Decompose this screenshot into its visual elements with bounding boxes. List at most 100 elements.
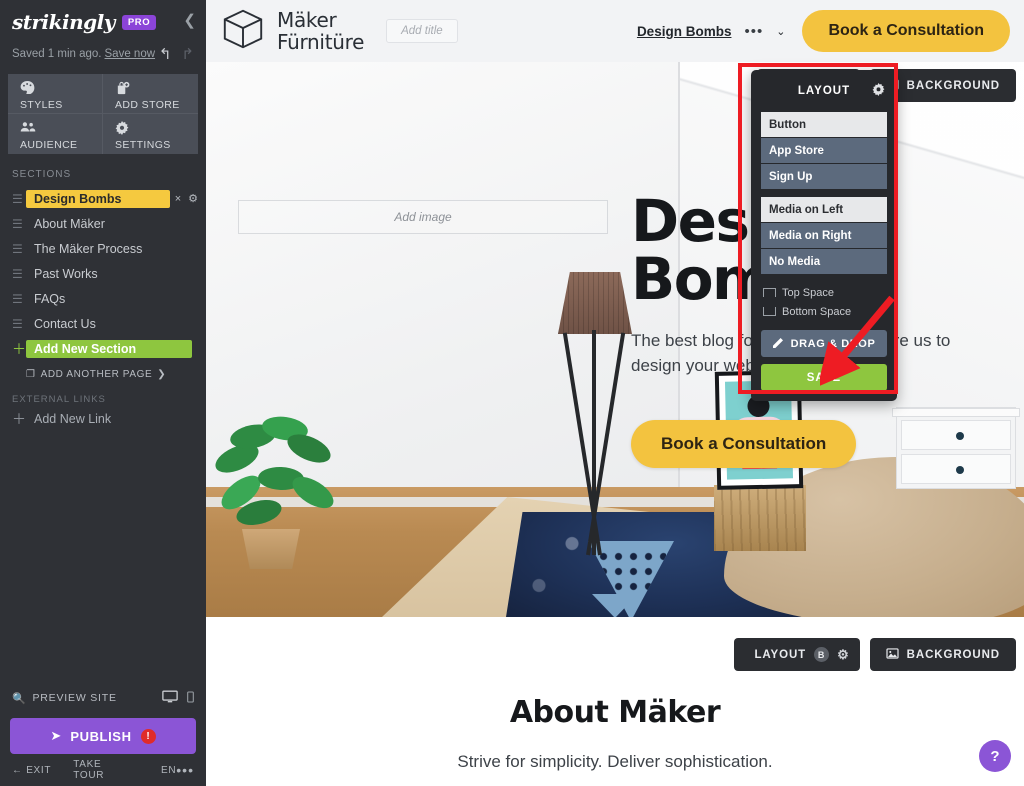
add-title-input[interactable]: Add title bbox=[386, 19, 458, 43]
add-image-placeholder[interactable]: Add image bbox=[238, 200, 608, 234]
layout-option-media-on-right[interactable]: Media on Right bbox=[761, 223, 887, 248]
plant-leaf bbox=[283, 428, 335, 469]
section-actions: × ⚙ bbox=[175, 192, 198, 206]
layout-option-sign-up[interactable]: Sign Up bbox=[761, 164, 887, 189]
drag-handle-icon[interactable]: ☰ bbox=[12, 243, 26, 255]
sidebar-item-faqs[interactable]: ☰ FAQs bbox=[0, 286, 206, 311]
drag-handle-icon[interactable]: ☰ bbox=[12, 268, 26, 280]
save-status-text: Saved 1 min ago. bbox=[12, 48, 102, 60]
gear-icon[interactable]: ⚙ bbox=[188, 192, 198, 205]
sidebar-footer-links: ← EXIT TAKE TOUR EN ••• bbox=[0, 754, 206, 786]
drag-handle-icon[interactable]: ☰ bbox=[12, 293, 26, 305]
close-icon[interactable]: × bbox=[175, 193, 181, 205]
hero-cta-button[interactable]: Book a Consultation bbox=[631, 420, 857, 468]
background-chip-label: BACKGROUND bbox=[906, 79, 1000, 92]
rocket-icon: ➤ bbox=[50, 728, 62, 743]
external-links-header: EXTERNAL LINKS bbox=[12, 394, 106, 405]
tile-settings[interactable]: SETTINGS bbox=[103, 114, 198, 154]
top-space-icon bbox=[763, 288, 776, 297]
layout-popup-title: LAYOUT bbox=[797, 85, 851, 97]
section-label: About Mäker bbox=[34, 216, 105, 231]
preview-site-label: PREVIEW SITE bbox=[32, 692, 117, 704]
section-label: Past Works bbox=[34, 266, 98, 281]
drag-handle-icon[interactable]: ☰ bbox=[12, 318, 26, 330]
background-chip-about[interactable]: BACKGROUND bbox=[869, 638, 1016, 671]
brand-line-1: Mäker bbox=[277, 8, 337, 32]
layout-option-media-on-left[interactable]: Media on Left bbox=[761, 197, 887, 222]
tile-audience-label: AUDIENCE bbox=[20, 139, 78, 151]
add-new-link-button[interactable]: ＋ Add New Link bbox=[0, 410, 206, 428]
sidebar-item-past-works[interactable]: ☰ Past Works bbox=[0, 261, 206, 286]
site-brand[interactable]: Mäker Fürnitüre bbox=[220, 6, 364, 57]
undo-arrow-icon[interactable]: ↰ bbox=[159, 45, 172, 63]
help-button[interactable]: ? bbox=[979, 740, 1011, 772]
bottom-space-toggle[interactable]: Bottom Space bbox=[763, 302, 887, 321]
drag-and-drop-button[interactable]: DRAG & DROP bbox=[761, 330, 887, 357]
redo-arrow-icon[interactable]: ↱ bbox=[181, 45, 194, 63]
about-heading[interactable]: About Mäker bbox=[206, 695, 1024, 730]
white-dresser bbox=[892, 407, 1020, 489]
exit-button[interactable]: ← EXIT bbox=[12, 765, 51, 776]
dresser-drawer bbox=[901, 420, 1011, 450]
about-subheading[interactable]: Strive for simplicity. Deliver sophistic… bbox=[206, 752, 1024, 772]
gear-icon[interactable]: ⚙ bbox=[837, 647, 850, 663]
site-canvas: Mäker Fürnitüre Add title Design Bombs •… bbox=[206, 0, 1024, 786]
undo-redo-group: ↰ ↱ bbox=[159, 45, 194, 63]
layout-option-no-media[interactable]: No Media bbox=[761, 249, 887, 274]
nav-link-design-bombs[interactable]: Design Bombs bbox=[637, 24, 732, 39]
desktop-icon[interactable] bbox=[162, 690, 178, 706]
preview-site-row[interactable]: 🔍 PREVIEW SITE bbox=[0, 683, 206, 713]
layout-option-app-store[interactable]: App Store bbox=[761, 138, 887, 163]
gear-icon[interactable] bbox=[872, 83, 885, 99]
image-icon bbox=[886, 647, 899, 662]
topnav-right: Design Bombs ••• ⌄ Book a Consultation bbox=[637, 10, 1010, 52]
drag-and-drop-label: DRAG & DROP bbox=[790, 337, 876, 350]
people-icon bbox=[20, 121, 102, 136]
site-topnav: Mäker Fürnitüre Add title Design Bombs •… bbox=[206, 0, 1024, 62]
publish-button[interactable]: ➤ PUBLISH ! bbox=[10, 718, 196, 754]
language-selector[interactable]: EN bbox=[161, 765, 176, 776]
tile-add-store-label: ADD STORE bbox=[115, 99, 180, 111]
tile-settings-label: SETTINGS bbox=[115, 139, 171, 151]
add-new-section-button[interactable]: ＋ Add New Section bbox=[0, 336, 206, 361]
sidebar-item-contact-us[interactable]: ☰ Contact Us bbox=[0, 311, 206, 336]
sidebar-item-about-maker[interactable]: ☰ About Mäker bbox=[0, 211, 206, 236]
plus-icon: ＋ bbox=[12, 411, 26, 427]
tile-styles-label: STYLES bbox=[20, 99, 63, 111]
drag-handle-icon[interactable]: ☰ bbox=[12, 193, 26, 205]
bottom-space-label: Bottom Space bbox=[782, 305, 852, 318]
dresser-knob bbox=[956, 466, 964, 474]
chevron-down-icon[interactable]: ⌄ bbox=[776, 25, 785, 38]
tile-audience[interactable]: AUDIENCE bbox=[8, 114, 103, 154]
quick-action-tiles: STYLES ADD STORE AUDIENCE SETTINGS bbox=[8, 74, 198, 154]
tile-add-store[interactable]: ADD STORE bbox=[103, 74, 198, 114]
chevron-left-icon[interactable]: ❮ bbox=[183, 11, 196, 29]
top-space-toggle[interactable]: Top Space bbox=[763, 283, 887, 302]
section-label: The Mäker Process bbox=[34, 241, 143, 256]
dresser-top bbox=[892, 408, 1020, 417]
drag-handle-icon[interactable]: ☰ bbox=[12, 218, 26, 230]
section-label: Contact Us bbox=[34, 316, 96, 331]
topnav-cta-button[interactable]: Book a Consultation bbox=[802, 10, 1010, 52]
layout-option-button[interactable]: Button bbox=[761, 112, 887, 137]
sidebar-item-the-maker-process[interactable]: ☰ The Mäker Process bbox=[0, 236, 206, 261]
layout-settings-popup: LAYOUT Button App Store Sign Up Media on… bbox=[751, 70, 897, 401]
save-now-link[interactable]: Save now bbox=[105, 48, 156, 60]
nav-more-icon[interactable]: ••• bbox=[744, 23, 763, 40]
save-button[interactable]: SAVE bbox=[761, 364, 887, 391]
more-options-icon[interactable]: ••• bbox=[176, 762, 194, 778]
brand-row: strikingly PRO bbox=[12, 10, 194, 34]
bottom-space-icon bbox=[763, 307, 776, 316]
tile-styles[interactable]: STYLES bbox=[8, 74, 103, 114]
sidebar-item-design-bombs[interactable]: ☰ Design Bombs × ⚙ bbox=[0, 186, 206, 211]
dresser-drawer bbox=[901, 454, 1011, 484]
layout-chip-about[interactable]: LAYOUT B ⚙ bbox=[734, 638, 860, 671]
store-bag-plus-icon bbox=[115, 81, 198, 96]
strikingly-logo[interactable]: strikingly bbox=[12, 10, 115, 34]
take-tour-button[interactable]: TAKE TOUR bbox=[73, 759, 135, 781]
layout-variant-badge: B bbox=[814, 647, 830, 662]
sections-header: SECTIONS bbox=[12, 169, 72, 180]
plant-pot bbox=[241, 529, 301, 569]
add-another-page-button[interactable]: ❐ ADD ANOTHER PAGE ❯ bbox=[0, 361, 206, 380]
mobile-icon[interactable] bbox=[187, 690, 194, 706]
